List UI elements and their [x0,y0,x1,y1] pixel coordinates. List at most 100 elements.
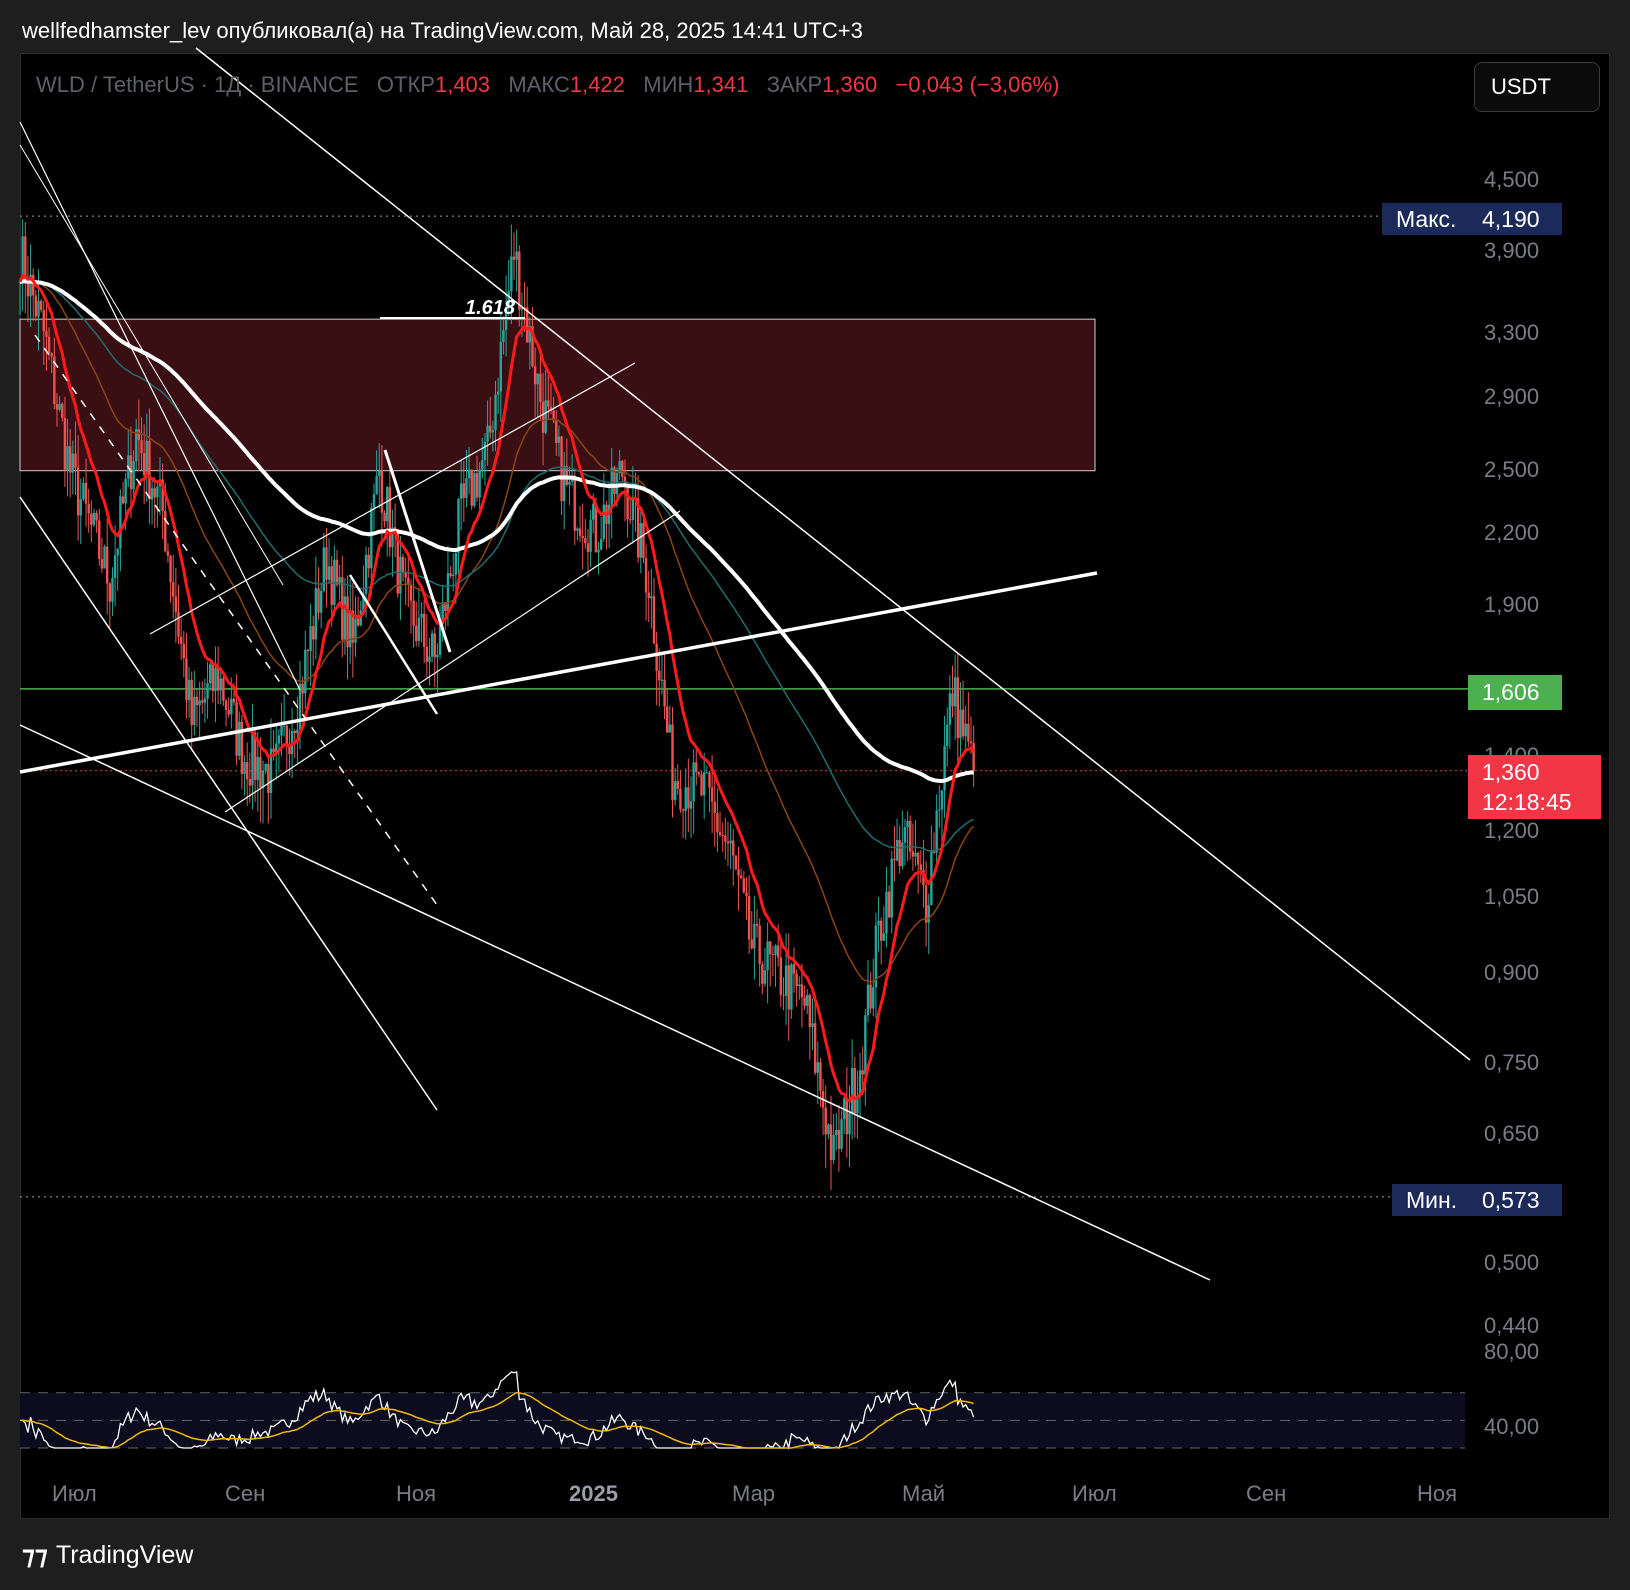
candle-body [589,519,592,552]
candle-body [655,643,658,671]
candle-body [251,732,254,786]
candle-body [903,827,907,843]
candle-body [256,756,259,780]
candle-body [837,1129,841,1149]
candle-body [676,781,679,789]
candle-body [790,964,793,1010]
candle-body [602,504,606,540]
candle-body [454,552,458,575]
time-label: Ноя [396,1481,437,1506]
candle-body [248,779,252,786]
candle-body [795,973,798,987]
candle-body [372,494,376,508]
candle-body [953,677,957,707]
candle-body [621,461,624,477]
time-label: Сен [1246,1481,1287,1506]
candle-body [92,512,96,525]
candle-body [82,482,85,500]
candle-body [179,636,183,645]
symbol-label[interactable]: WLD / TetherUS · 1Д · BINANCE [36,72,359,97]
candle-body [658,670,661,681]
candle-body [879,920,883,941]
candle-body [100,558,104,569]
candle-body [164,510,167,552]
candle-body [436,654,439,658]
candle-body [639,523,642,558]
candle-body [330,566,333,605]
candle-body [71,453,75,473]
candle-body [721,834,724,836]
candle-body [61,403,64,419]
candle-body [45,331,48,337]
candle-body [827,1124,830,1135]
candle-body [887,891,891,918]
candle-body [356,618,360,626]
candle-body [710,787,714,802]
candle-body [156,486,159,498]
candle-body [216,668,220,691]
candle-body [34,295,38,317]
price-tick: 3,300 [1484,319,1540,345]
price-chart[interactable]: 1.618 [0,0,1630,1590]
candle-body [457,498,460,553]
price-tick: 0,440 [1484,1313,1540,1338]
candle-body [425,646,429,662]
candle-body [182,644,185,659]
candle-body [877,920,880,926]
candle-body [808,995,812,1027]
candle-body [483,441,487,461]
candle-body [766,941,769,971]
candle-body [87,503,90,514]
candle-body [758,925,761,965]
candle-body [644,558,648,593]
high-value: 1,422 [569,72,625,97]
candle-body [724,835,727,842]
currency-button[interactable]: USDT [1474,62,1600,112]
tradingview-logo[interactable]: ⁊⁊ TradingView [22,1540,193,1571]
candle-body [66,446,69,471]
candle-body [948,693,952,725]
candle-body [349,610,352,648]
candle-body [153,488,156,498]
candle-body [446,573,450,612]
min-label: Мин. [1406,1186,1458,1213]
candle-body [557,436,561,443]
candle-body [259,756,262,788]
candle-body [105,546,109,584]
candle-body [584,537,587,544]
close-value: 1,360 [822,72,878,97]
candle-body [499,341,502,392]
candle-body [26,282,30,297]
candle-body [747,896,751,940]
candle-body [848,1113,851,1135]
price-tick: 0,750 [1484,1050,1540,1076]
candle-body [467,469,471,479]
candle-body [201,700,204,703]
candle-body [227,709,230,715]
candle-body [916,852,920,865]
candle-body [763,970,767,984]
candle-body [209,664,212,684]
candle-body [140,440,143,454]
candle-body [317,588,320,613]
candle-body [473,473,476,506]
candle-body [518,251,521,310]
candle-body [599,539,603,550]
candle-body [222,678,225,701]
min-value-badge: 0,573 [1468,1184,1562,1216]
high-label: МАКС [508,72,570,97]
candle-body [79,499,82,516]
candle-body [695,762,698,773]
candle-body [280,725,283,736]
candle-body [938,809,941,811]
candle-body [769,941,772,955]
candle-body [491,430,495,433]
candle-body [761,964,764,984]
candle-body [121,496,125,504]
candle-body [74,453,77,468]
candle-body [911,851,915,857]
candle-body [375,475,378,495]
candle-body [927,905,930,923]
candle-body [515,251,518,260]
open-value: 1,403 [434,72,491,97]
